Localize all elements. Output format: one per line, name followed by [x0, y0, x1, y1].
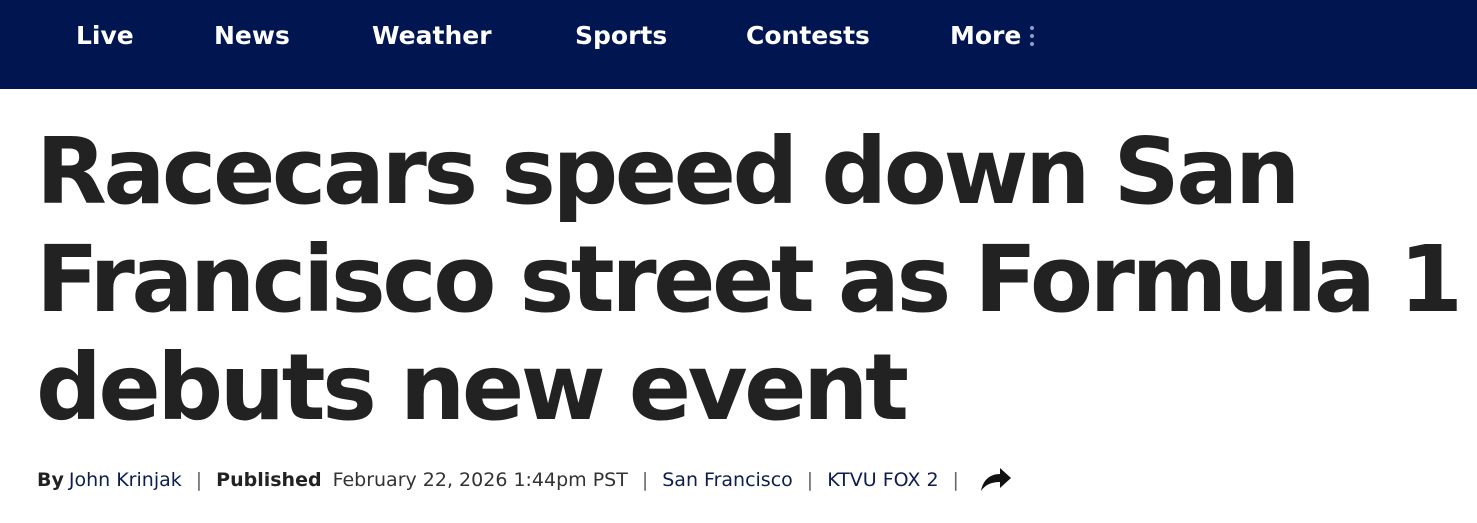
byline-separator: |	[195, 469, 203, 491]
nav-item-sports[interactable]: Sports	[575, 0, 667, 72]
source-link[interactable]: KTVU FOX 2	[827, 464, 938, 496]
published-label: Published	[216, 469, 322, 491]
nav-item-news[interactable]: News	[214, 0, 290, 72]
published-date: February 22, 2026 1:44pm PST	[332, 469, 628, 491]
nav-item-contests[interactable]: Contests	[746, 0, 870, 72]
nav-item-more[interactable]: More	[950, 0, 1035, 72]
article-headline: Racecars speed down San Francisco street…	[36, 118, 1463, 441]
vertical-dots-icon	[1030, 26, 1035, 46]
nav-item-weather[interactable]: Weather	[372, 0, 492, 72]
byline-by-label: By	[37, 469, 64, 491]
byline-separator: |	[952, 469, 959, 491]
share-arrow-icon[interactable]	[979, 465, 1013, 495]
article-byline: By John Krinjak | Published February 22,…	[37, 464, 1013, 496]
author-link[interactable]: John Krinjak	[69, 464, 182, 496]
nav-item-live[interactable]: Live	[76, 0, 134, 72]
byline-separator: |	[641, 469, 649, 491]
location-link[interactable]: San Francisco	[662, 464, 793, 496]
byline-separator: |	[806, 469, 814, 491]
top-navigation: Live News Weather Sports Contests More	[0, 0, 1477, 89]
nav-item-more-label: More	[950, 21, 1022, 50]
